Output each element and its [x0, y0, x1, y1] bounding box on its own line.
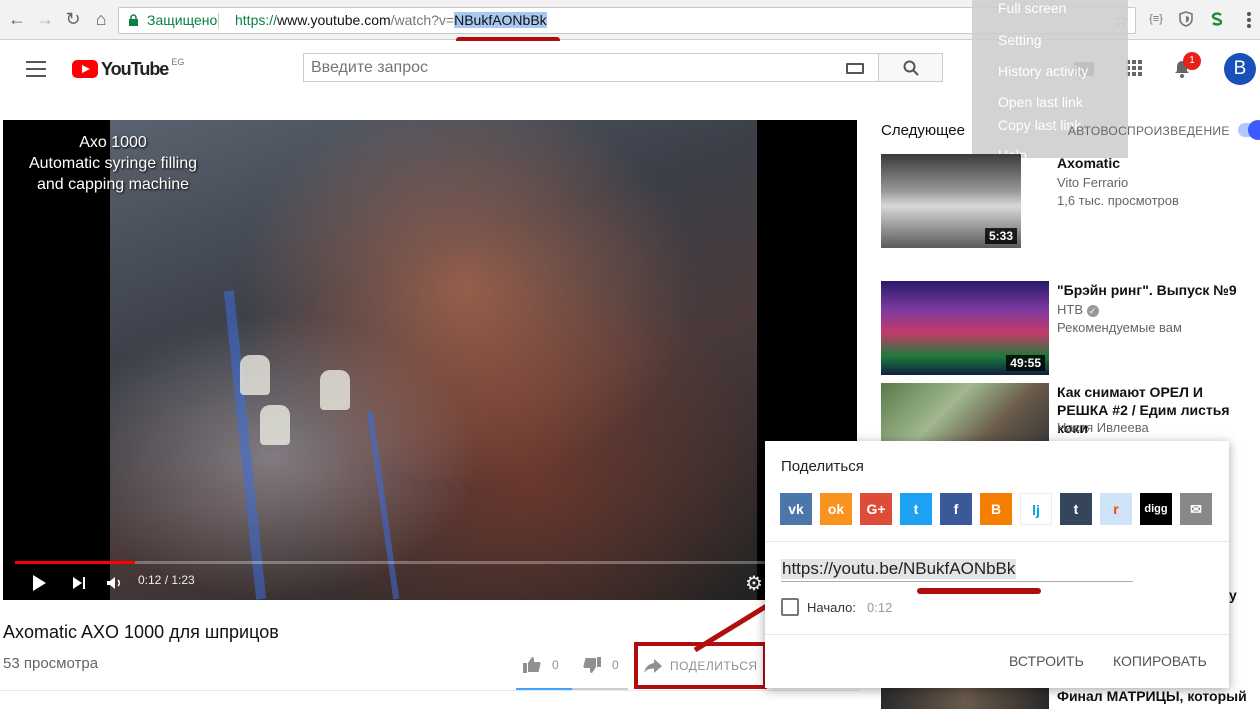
keyboard-icon[interactable]: [846, 63, 864, 74]
up-next-heading: Следующее: [881, 122, 965, 139]
share-dialog-title: Поделиться: [781, 458, 864, 475]
menu-item-history-activity[interactable]: History activity: [998, 63, 1088, 79]
search-input[interactable]: [304, 54, 824, 81]
recommended-video[interactable]: 5:33 Axomatic Vito Ferrario 1,6 тыс. про…: [881, 154, 1260, 248]
logo-text: YouTube: [101, 58, 169, 79]
omnibox-separator: [218, 13, 219, 29]
browser-menu-icon[interactable]: [1244, 10, 1254, 30]
recommended-meta: 1,6 тыс. просмотров: [1057, 193, 1179, 208]
video-thumbnail[interactable]: 5:33: [881, 154, 1021, 248]
social-share-buttons: vk ok G+ t f B lj t r digg ✉: [780, 493, 1220, 525]
url-scheme: https://: [235, 12, 278, 28]
odnoklassniki-icon[interactable]: ok: [820, 493, 852, 525]
dislike-count: 0: [612, 658, 619, 672]
home-icon[interactable]: ⌂: [90, 8, 112, 30]
divider: [765, 634, 1229, 635]
search-button[interactable]: [878, 53, 943, 82]
verified-check-icon: ✓: [1086, 305, 1099, 317]
vk-icon[interactable]: vk: [780, 493, 812, 525]
url-host: www.youtube.com: [277, 12, 391, 28]
volume-icon[interactable]: [105, 574, 123, 592]
play-icon[interactable]: [31, 574, 47, 592]
like-count: 0: [552, 658, 559, 672]
share-url-underline: [781, 581, 1133, 582]
video-thumbnail[interactable]: 49:55: [881, 281, 1049, 375]
menu-item-open-last-link[interactable]: Open last link: [998, 94, 1083, 110]
hamburger-menu-icon[interactable]: [26, 61, 46, 77]
facebook-icon[interactable]: f: [940, 493, 972, 525]
tumblr-icon[interactable]: t: [1060, 493, 1092, 525]
email-icon[interactable]: ✉: [1180, 493, 1212, 525]
start-time-checkbox[interactable]: [781, 598, 799, 616]
recommended-title[interactable]: Axomatic: [1057, 154, 1257, 172]
embed-button[interactable]: ВСТРОИТЬ: [1009, 653, 1084, 669]
video-time: 0:12 / 1:23: [138, 573, 195, 587]
livejournal-icon[interactable]: lj: [1020, 493, 1052, 525]
divider: [0, 690, 860, 691]
country-code: EG: [171, 57, 185, 67]
recommended-video[interactable]: 49:55 "Брэйн ринг". Выпуск №9 НТВ ✓ Реко…: [881, 281, 1260, 375]
next-video-icon[interactable]: [71, 574, 87, 592]
google-plus-icon[interactable]: G+: [860, 493, 892, 525]
recommended-meta: Рекомендуемые вам: [1057, 320, 1182, 335]
ext-json-icon[interactable]: {≡}: [1147, 10, 1165, 28]
reload-icon[interactable]: ↻: [62, 8, 84, 30]
digg-icon[interactable]: digg: [1140, 493, 1172, 525]
youtube-play-logo-icon: [72, 60, 98, 78]
share-url-annotation-underline: [917, 588, 1041, 594]
share-url-field[interactable]: https://youtu.be/NBukfAONbBk: [781, 559, 1017, 579]
recommended-video[interactable]: Как снимают ОРЕЛ И РЕШКА #2 / Едим листь…: [881, 383, 1260, 443]
video-title: Axomatic AXO 1000 для шприцов: [3, 622, 279, 642]
shield-icon[interactable]: [1177, 10, 1195, 28]
ext-s-icon[interactable]: [1208, 10, 1226, 28]
share-arrow-icon: [644, 658, 662, 673]
blogger-icon[interactable]: B: [980, 493, 1012, 525]
lock-icon: [129, 14, 138, 26]
search-icon: [903, 60, 919, 76]
notification-count-badge: 1: [1183, 52, 1201, 70]
thumbs-down-icon: [583, 657, 601, 673]
recommended-title[interactable]: Финал МАТРИЦЫ, который: [1057, 687, 1257, 705]
thumbs-up-icon: [523, 657, 541, 673]
copy-button[interactable]: КОПИРОВАТЬ: [1113, 653, 1207, 669]
share-dialog: Поделиться vk ok G+ t f B lj t r digg ✉ …: [765, 441, 1229, 688]
video-duration: 49:55: [1006, 355, 1045, 371]
video-thumbnail[interactable]: [881, 383, 1049, 443]
view-count: 53 просмотра: [3, 655, 99, 672]
dislike-button[interactable]: 0: [582, 656, 619, 674]
recommended-title[interactable]: "Брэйн ринг". Выпуск №9: [1057, 281, 1257, 299]
url-path: /watch?v=: [390, 12, 455, 28]
search-box: [303, 53, 878, 82]
partial-title-text: у: [1229, 587, 1237, 603]
video-player[interactable]: Axo 1000 Automatic syringe filling and c…: [3, 120, 857, 600]
twitter-icon[interactable]: t: [900, 493, 932, 525]
autoplay-label: АВТОВОСПРОИЗВЕДЕНИЕ: [1068, 124, 1230, 138]
progress-played: [15, 561, 136, 564]
recommended-channel: Vito Ferrario: [1057, 175, 1129, 190]
recommended-channel: Настя Ивлеева: [1057, 420, 1149, 435]
recommended-channel: НТВ ✓: [1057, 302, 1099, 317]
recommended-video[interactable]: Финал МАТРИЦЫ, который: [881, 687, 1260, 709]
autoplay-toggle[interactable]: [1238, 120, 1260, 140]
share-label: ПОДЕЛИТЬСЯ: [670, 658, 758, 673]
start-time-value[interactable]: 0:12: [867, 600, 892, 615]
video-progress-bar[interactable]: [15, 561, 845, 564]
reddit-icon[interactable]: r: [1100, 493, 1132, 525]
divider: [765, 541, 1229, 542]
menu-item-full-screen[interactable]: Full screen: [998, 0, 1066, 16]
start-time-label: Начало:: [807, 600, 856, 615]
menu-item-setting[interactable]: Setting: [998, 32, 1042, 48]
video-thumbnail[interactable]: [881, 687, 1049, 709]
apps-grid-icon[interactable]: [1126, 60, 1142, 76]
account-avatar[interactable]: B: [1224, 53, 1256, 85]
youtube-logo[interactable]: YouTube EG: [72, 57, 184, 81]
url-text[interactable]: https://www.youtube.com/watch?v=NBukfAON…: [235, 8, 547, 33]
url-video-id-selected: NBukfAONbBk: [454, 12, 547, 28]
back-icon[interactable]: ←: [6, 8, 28, 30]
like-button[interactable]: 0: [522, 656, 559, 674]
video-overlay-title: Axo 1000 Automatic syringe filling and c…: [28, 134, 198, 193]
security-label: Защищено: [147, 12, 218, 28]
video-duration: 5:33: [984, 228, 1017, 244]
forward-icon[interactable]: →: [34, 8, 56, 30]
